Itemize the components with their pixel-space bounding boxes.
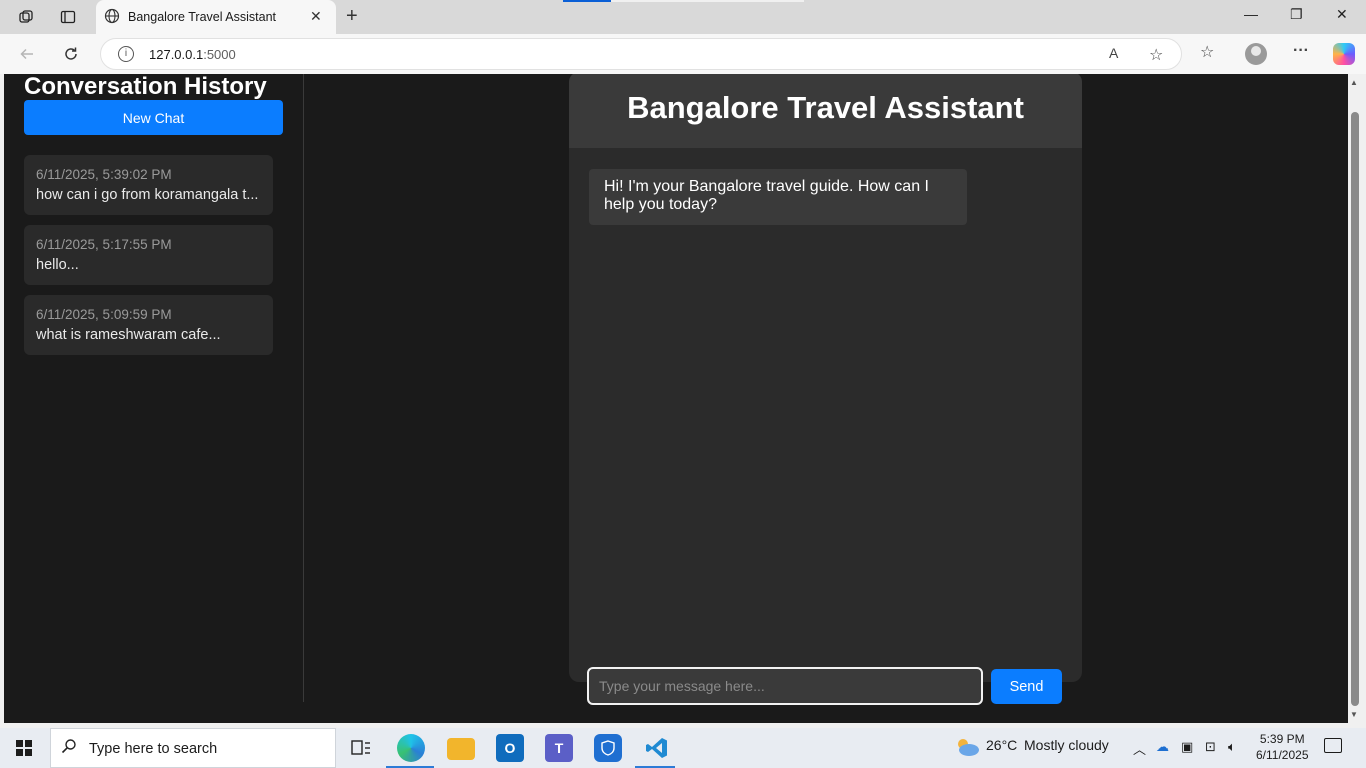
favorite-star-icon[interactable]: ☆ bbox=[1149, 45, 1163, 65]
clock-date: 6/11/2025 bbox=[1256, 748, 1309, 762]
history-item-message: how can i go from koramangala t... bbox=[36, 187, 259, 203]
workspaces-icon[interactable] bbox=[16, 7, 36, 27]
history-item-time: 6/11/2025, 5:39:02 PM bbox=[36, 167, 172, 182]
sidebar-title: Conversation History bbox=[24, 74, 267, 100]
url-field[interactable]: i 127.0.0.1:5000 A ☆ bbox=[100, 38, 1182, 70]
edge-browser-icon[interactable] bbox=[397, 734, 425, 762]
browser-tab-strip: Bangalore Travel Assistant ✕ + — ❐ ✕ bbox=[0, 0, 1366, 34]
assistant-message: Hi! I'm your Bangalore travel guide. How… bbox=[589, 169, 967, 225]
history-item-message: hello... bbox=[36, 257, 79, 273]
windows-taskbar: Type here to search O T 26°C Mostly clou… bbox=[0, 728, 1366, 768]
reload-icon[interactable] bbox=[60, 43, 82, 65]
back-icon[interactable] bbox=[16, 43, 38, 65]
history-item[interactable]: 6/11/2025, 5:17:55 PM hello... bbox=[24, 225, 273, 285]
page-scrollbar[interactable]: ▲ ▼ bbox=[1348, 74, 1362, 723]
page-viewport: Conversation History New Chat 6/11/2025,… bbox=[4, 74, 1348, 723]
history-item-time: 6/11/2025, 5:09:59 PM bbox=[36, 307, 172, 322]
conversation-sidebar: Conversation History New Chat 6/11/2025,… bbox=[4, 74, 304, 702]
scroll-up-arrow-icon[interactable]: ▲ bbox=[1350, 78, 1358, 87]
taskbar-search-box[interactable]: Type here to search bbox=[50, 728, 336, 768]
profile-avatar[interactable] bbox=[1245, 43, 1267, 65]
network-icon[interactable]: ⊡ bbox=[1205, 739, 1216, 755]
windows-start-icon[interactable] bbox=[16, 740, 32, 756]
scrollbar-thumb[interactable] bbox=[1351, 112, 1359, 706]
window-frame-right bbox=[1362, 74, 1366, 723]
history-item[interactable]: 6/11/2025, 5:09:59 PM what is rameshwara… bbox=[24, 295, 273, 355]
history-item-time: 6/11/2025, 5:17:55 PM bbox=[36, 237, 172, 252]
new-chat-button[interactable]: New Chat bbox=[24, 100, 283, 135]
url-text: 127.0.0.1:5000 bbox=[149, 47, 236, 62]
history-item-message: what is rameshwaram cafe... bbox=[36, 327, 221, 343]
notifications-icon[interactable] bbox=[1324, 738, 1342, 753]
more-options-icon[interactable]: ··· bbox=[1293, 42, 1309, 60]
onedrive-icon[interactable]: ☁ bbox=[1156, 739, 1169, 755]
scroll-down-arrow-icon[interactable]: ▼ bbox=[1350, 710, 1358, 719]
clock-time: 5:39 PM bbox=[1259, 732, 1305, 746]
favorites-icon[interactable]: ☆ bbox=[1200, 42, 1214, 62]
active-tab[interactable]: Bangalore Travel Assistant ✕ bbox=[96, 0, 336, 34]
chat-panel: Bangalore Travel Assistant Hi! I'm your … bbox=[569, 74, 1082, 682]
chat-title: Bangalore Travel Assistant bbox=[627, 90, 1024, 125]
outlook-icon[interactable]: O bbox=[496, 734, 524, 762]
meet-now-icon[interactable]: ▣ bbox=[1181, 739, 1193, 755]
send-button[interactable]: Send bbox=[991, 669, 1062, 704]
copilot-icon[interactable] bbox=[1333, 43, 1355, 65]
security-app-icon[interactable] bbox=[594, 734, 622, 762]
task-view-icon[interactable] bbox=[347, 734, 375, 762]
assistant-message-text: Hi! I'm your Bangalore travel guide. How… bbox=[604, 178, 929, 213]
globe-icon bbox=[104, 8, 120, 29]
read-aloud-icon[interactable]: A bbox=[1109, 45, 1118, 61]
new-tab-icon[interactable]: + bbox=[346, 5, 358, 28]
close-tab-icon[interactable]: ✕ bbox=[310, 8, 322, 25]
tab-strip-indicator-track bbox=[611, 0, 804, 2]
history-item[interactable]: 6/11/2025, 5:39:02 PM how can i go from … bbox=[24, 155, 273, 215]
tab-actions-icon[interactable] bbox=[58, 7, 78, 27]
search-placeholder: Type here to search bbox=[89, 741, 218, 757]
file-explorer-icon[interactable] bbox=[447, 738, 475, 760]
address-bar-row: i 127.0.0.1:5000 A ☆ bbox=[0, 34, 1366, 74]
weather-description[interactable]: Mostly cloudy bbox=[1024, 737, 1109, 753]
url-port: :5000 bbox=[203, 47, 236, 62]
url-host: 127.0.0.1 bbox=[149, 47, 204, 62]
cloudy-weather-icon[interactable] bbox=[954, 737, 980, 757]
site-info-icon[interactable]: i bbox=[118, 46, 134, 62]
taskbar-clock[interactable]: 5:39 PM 6/11/2025 bbox=[1256, 731, 1309, 763]
teams-icon[interactable]: T bbox=[545, 734, 573, 762]
volume-icon[interactable]: 🔈︎ bbox=[1228, 739, 1236, 755]
tab-title: Bangalore Travel Assistant bbox=[128, 10, 276, 24]
window-close-icon[interactable]: ✕ bbox=[1336, 6, 1348, 23]
search-icon bbox=[61, 738, 77, 759]
chat-header: Bangalore Travel Assistant bbox=[569, 74, 1082, 148]
restore-icon[interactable]: ❐ bbox=[1290, 6, 1303, 23]
show-hidden-icons-chevron-icon[interactable]: ︿ bbox=[1133, 739, 1146, 758]
message-input[interactable] bbox=[587, 667, 983, 705]
weather-temperature[interactable]: 26°C bbox=[986, 737, 1017, 753]
tab-strip-indicator bbox=[563, 0, 611, 2]
vscode-icon[interactable] bbox=[643, 734, 671, 762]
minimize-icon[interactable]: — bbox=[1244, 6, 1258, 22]
